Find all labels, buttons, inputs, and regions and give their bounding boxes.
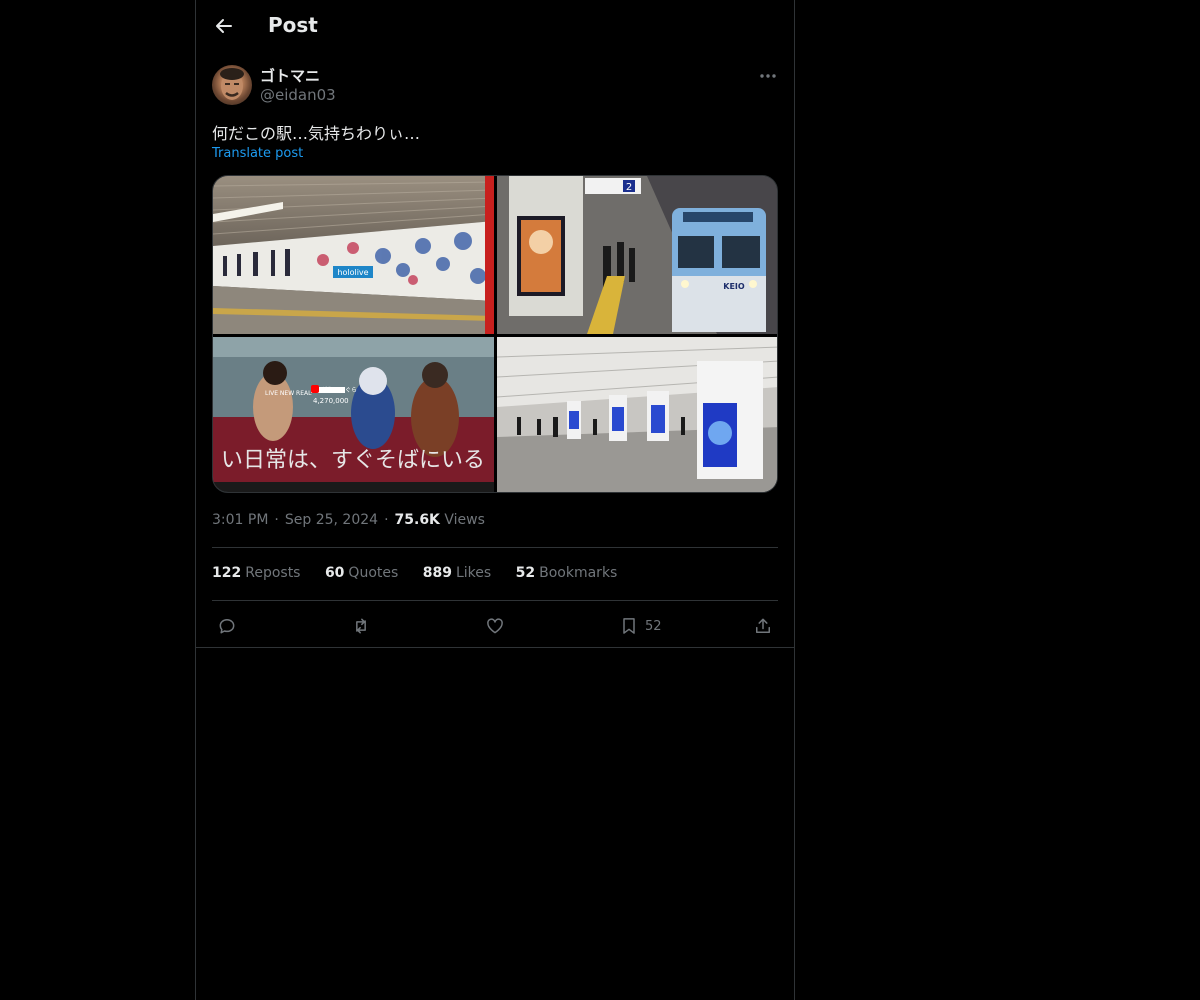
reply-icon <box>219 619 235 634</box>
tile3-channel-name: がうる・ぐら <box>321 386 357 394</box>
tile2-train-brand: KEIO <box>723 282 745 291</box>
share-button[interactable] <box>753 614 773 638</box>
media-photo-3[interactable]: LIVE NEW REAL がうる・ぐら 4,270,000 い日常は、すぐそば… <box>213 337 494 492</box>
more-icon <box>760 74 776 78</box>
bookmark-button[interactable]: 52 <box>619 614 662 638</box>
more-options-button[interactable] <box>756 64 780 88</box>
thread-divider <box>196 647 794 648</box>
media-photo-1[interactable]: hololive <box>213 176 494 334</box>
like-button[interactable] <box>485 614 505 638</box>
post-text: 何だこの駅…気持ちわりぃ… <box>212 124 421 143</box>
meta-separator: · <box>274 512 279 528</box>
media-photo-4[interactable] <box>497 337 777 492</box>
translate-post-link[interactable]: Translate post <box>212 146 303 161</box>
divider <box>212 547 778 548</box>
bookmark-icon <box>623 618 635 634</box>
views-label: Views <box>444 512 485 528</box>
back-arrow-icon <box>216 19 232 33</box>
tile2-sign-number: 2 <box>626 182 632 193</box>
repost-icon <box>356 618 366 634</box>
bookmarks-label: Bookmarks <box>539 565 618 581</box>
likes-label: Likes <box>455 565 492 581</box>
page-title: Post <box>268 13 318 37</box>
bookmarks-stat[interactable]: 52 Bookmarks <box>516 565 618 581</box>
repost-button[interactable] <box>351 614 371 638</box>
quotes-count: 60 <box>324 565 345 581</box>
bookmark-count: 52 <box>645 618 662 634</box>
reply-button[interactable] <box>217 614 237 638</box>
reposts-label: Reposts <box>245 565 301 581</box>
media-grid: hololive 2 KEIO LIVE NEW REAL がうる・ぐら 4,2… <box>212 175 778 493</box>
author-display-name[interactable]: ゴトマニ <box>260 65 320 86</box>
top-bar: Post <box>196 0 794 53</box>
tile3-campaign: LIVE NEW REAL <box>265 390 312 397</box>
back-button[interactable] <box>212 14 236 38</box>
quotes-label: Quotes <box>348 565 399 581</box>
post-time[interactable]: 3:01 PM <box>212 512 268 528</box>
reposts-stat[interactable]: 122 Reposts <box>212 565 300 581</box>
bookmarks-count: 52 <box>515 565 536 581</box>
reposts-count: 122 <box>212 565 242 581</box>
media-photo-2[interactable]: 2 KEIO <box>497 176 777 334</box>
likes-count: 889 <box>422 565 452 581</box>
like-icon <box>487 618 503 634</box>
avatar-face-icon <box>220 68 244 100</box>
tile3-tagline: い日常は、すぐそばにいる <box>221 448 485 473</box>
tile3-subscriber-count: 4,270,000 <box>313 397 349 405</box>
author-handle[interactable]: @eidan03 <box>260 86 336 104</box>
quotes-stat[interactable]: 60 Quotes <box>325 565 398 581</box>
views-count: 75.6K <box>394 512 440 528</box>
share-icon <box>756 618 770 633</box>
likes-stat[interactable]: 889 Likes <box>423 565 491 581</box>
meta-separator: · <box>384 512 389 528</box>
divider <box>212 600 778 601</box>
post-metadata: 3:01 PM · Sep 25, 2024 · 75.6K Views <box>212 512 485 528</box>
engagement-stats: 122 Reposts 60 Quotes 889 Likes 52 Bookmarks <box>212 565 637 581</box>
post-date[interactable]: Sep 25, 2024 <box>285 512 378 528</box>
tile1-overlay-text: hololive <box>337 268 368 277</box>
avatar[interactable] <box>212 65 252 105</box>
main-column: Post ゴトマニ @eidan03 何だこの駅…気持ちわりぃ… Transla… <box>195 0 795 1000</box>
